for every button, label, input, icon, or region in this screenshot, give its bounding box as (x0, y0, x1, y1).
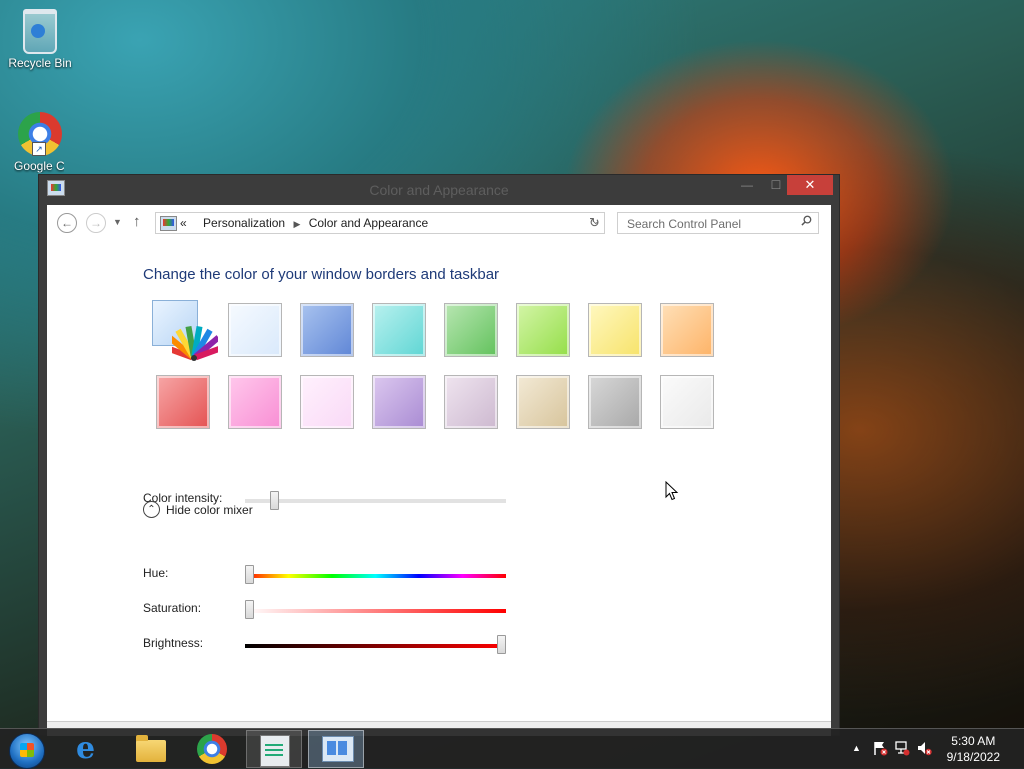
network-icon[interactable] (894, 740, 910, 756)
desktop-icon-google-chrome[interactable]: ↗ Google Chrome (0, 112, 80, 173)
volume-muted-icon[interactable] (916, 740, 932, 756)
hide-color-mixer-toggle[interactable]: ⌃ Hide color mixer (143, 501, 253, 518)
shortcut-arrow-icon: ↗ (32, 142, 46, 156)
color-swatch-leaf[interactable] (444, 303, 498, 357)
forward-button[interactable]: → (86, 213, 106, 233)
recent-locations-chevron-icon[interactable]: ▼ (113, 217, 122, 227)
control-panel-icon (322, 736, 354, 762)
saturation-label: Saturation: (143, 601, 202, 615)
color-swatch-sun[interactable] (588, 303, 642, 357)
automatic-color-swatch[interactable] (152, 300, 218, 364)
color-swatch-bubblegum[interactable] (228, 375, 282, 429)
control-panel-icon (160, 216, 177, 231)
clock-time: 5:30 AM (951, 734, 996, 748)
hue-track[interactable] (245, 574, 506, 578)
color-intensity-slider-thumb[interactable] (270, 491, 280, 510)
clock-date: 9/18/2022 (946, 750, 1000, 764)
color-swatch-taupe[interactable] (516, 375, 570, 429)
hide-color-mixer-label: Hide color mixer (166, 502, 253, 517)
chrome-icon (197, 734, 227, 764)
breadcrumb-overflow[interactable]: « (180, 216, 187, 230)
color-swatch-twilight[interactable] (300, 303, 354, 357)
color-swatch-sea-foam[interactable] (372, 303, 426, 357)
brightness-track[interactable] (245, 644, 506, 648)
desktop-icon-label: Google Chrome (14, 159, 64, 173)
desktop-icon-recycle-bin[interactable]: Recycle Bin (0, 6, 80, 70)
color-swatch-blush[interactable] (156, 375, 210, 429)
taskbar-task-manager[interactable] (246, 730, 302, 768)
search-input[interactable] (625, 214, 799, 234)
system-tray: ▲ 5:30 AM 9/18/2022 (834, 729, 1024, 769)
color-swatch-dusk[interactable] (444, 375, 498, 429)
color-swatch-lime[interactable] (516, 303, 570, 357)
color-fan-icon (172, 325, 218, 361)
window-client-area: ← → ▼ ↑ « Personalization ▶ Color and Ap… (47, 205, 831, 736)
saturation-slider-thumb[interactable] (245, 600, 254, 619)
page-heading: Change the color of your window borders … (143, 266, 500, 283)
color-swatch-sky[interactable] (228, 303, 282, 357)
desktop-icon-label: Recycle Bin (8, 56, 72, 70)
chrome-icon: ↗ (18, 112, 62, 156)
ie-icon: e (76, 731, 96, 766)
color-swatch-violet[interactable] (372, 375, 426, 429)
color-intensity-track[interactable] (245, 499, 506, 503)
show-hidden-icons-button[interactable]: ▲ (852, 743, 861, 753)
action-center-flag-icon[interactable] (872, 740, 888, 756)
color-appearance-window: Color and Appearance — ☐ ✕ ← → ▼ ↑ « Per… (38, 174, 840, 736)
taskbar-control-panel[interactable] (308, 730, 364, 768)
color-swatch-pumpkin[interactable] (660, 303, 714, 357)
color-swatch-slate[interactable] (588, 375, 642, 429)
color-swatch-lavender[interactable] (300, 375, 354, 429)
taskbar-file-explorer[interactable] (122, 730, 178, 768)
refresh-icon[interactable]: ↻ (589, 215, 600, 231)
window-title: Color and Appearance (369, 182, 509, 198)
start-button[interactable] (0, 730, 56, 769)
up-arrow-icon[interactable]: ↑ (133, 213, 141, 230)
mouse-cursor-icon (665, 481, 679, 501)
taskbar-clock[interactable]: 5:30 AM 9/18/2022 (947, 733, 1000, 765)
back-button[interactable]: ← (57, 213, 77, 233)
windows-logo-icon (9, 733, 45, 769)
address-bar[interactable]: « Personalization ▶ Color and Appearance… (155, 212, 605, 234)
search-box[interactable] (617, 212, 819, 234)
folder-icon (136, 735, 166, 762)
close-button[interactable]: ✕ (787, 175, 833, 195)
taskbar-internet-explorer[interactable]: e (62, 730, 118, 768)
minimize-button[interactable]: — (732, 175, 762, 195)
saturation-track[interactable] (245, 609, 506, 613)
chevron-up-icon: ⌃ (143, 501, 160, 518)
task-manager-icon (260, 735, 290, 767)
color-swatch-frost[interactable] (660, 375, 714, 429)
brightness-label: Brightness: (143, 636, 204, 650)
taskbar: e ▲ 5:30 AM 9/18/2022 (0, 728, 1024, 769)
hue-label: Hue: (143, 566, 169, 580)
navigation-bar: ← → ▼ ↑ « Personalization ▶ Color and Ap… (47, 205, 831, 243)
breadcrumb-color-and-appearance[interactable]: Color and Appearance (309, 216, 428, 230)
hue-slider-thumb[interactable] (245, 565, 254, 584)
taskbar-chrome[interactable] (184, 730, 240, 768)
recycle-bin-icon (18, 9, 62, 54)
window-titlebar[interactable]: Color and Appearance — ☐ ✕ (39, 175, 839, 205)
breadcrumb: « Personalization ▶ Color and Appearance (180, 216, 428, 230)
search-icon[interactable] (801, 215, 812, 226)
breadcrumb-personalization[interactable]: Personalization (203, 216, 285, 230)
brightness-slider-thumb[interactable] (497, 635, 506, 654)
chevron-right-icon[interactable]: ▶ (293, 219, 300, 229)
